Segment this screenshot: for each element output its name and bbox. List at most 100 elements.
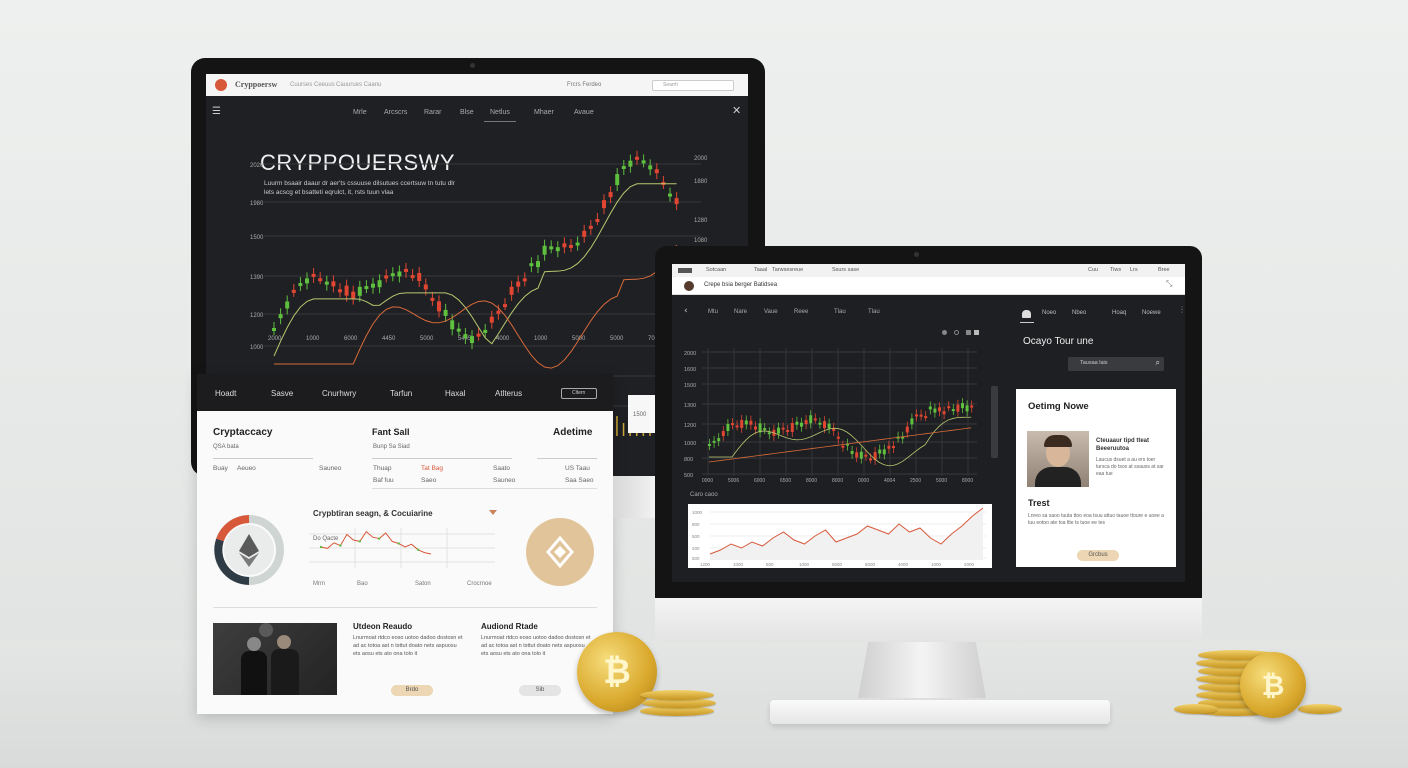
bottom-right-text: Lnurmoat rtdco eoso uotoo dadoo dostosn … xyxy=(481,635,591,657)
chart-link-3[interactable]: Reee xyxy=(794,309,808,315)
coin-flat xyxy=(1174,704,1218,714)
back-icon[interactable]: ‹ xyxy=(684,306,688,316)
secondary-button[interactable]: Sib xyxy=(519,685,561,696)
status-link-0[interactable]: Sotcaan xyxy=(706,267,726,273)
sidebar-nav-0[interactable]: Noeo xyxy=(1042,310,1056,316)
chart-link-5[interactable]: Tlau xyxy=(868,309,880,315)
y-tick-label: 1600 xyxy=(684,367,696,373)
tablet-nav-item-3[interactable]: Tarfun xyxy=(390,389,412,398)
status-link-1[interactable]: Taaal xyxy=(754,267,767,273)
brand-logo-icon xyxy=(215,79,227,91)
right-monitor-neck xyxy=(858,642,986,698)
candle xyxy=(712,440,716,443)
chevron-down-icon[interactable] xyxy=(489,510,497,515)
nav-item-1[interactable]: Arcscrs xyxy=(384,109,407,116)
candle xyxy=(654,169,659,174)
tablet-nav-item-5[interactable]: Atlterus xyxy=(495,389,522,398)
read-more-button[interactable]: Brdo xyxy=(391,685,433,696)
chart-link-2[interactable]: Vaue xyxy=(764,309,778,315)
volume-bar xyxy=(616,416,618,436)
candle xyxy=(864,454,868,457)
table-cell: Saeo xyxy=(421,477,437,484)
card-action-button[interactable]: Grcbus xyxy=(1077,550,1119,561)
candle xyxy=(717,438,721,442)
candle xyxy=(708,444,711,446)
tablet-nav-item-4[interactable]: Haxal xyxy=(445,389,465,398)
sidebar-nav-1[interactable]: Nbeo xyxy=(1072,310,1086,316)
table-cell: Saa Saeo xyxy=(565,477,594,484)
chart-link-0[interactable]: Mtu xyxy=(708,309,718,315)
table-cell: Thuap xyxy=(373,465,392,472)
sidebar-nav-3[interactable]: Noewe xyxy=(1142,310,1161,316)
nav-item-5[interactable]: Mhaer xyxy=(534,109,554,116)
candle xyxy=(324,281,329,285)
topbar-link-2[interactable]: Cauurues Caanu xyxy=(336,82,381,88)
topbar-link-1[interactable]: Cuurses Ceeuus xyxy=(290,82,335,88)
topbar-right-link[interactable]: Frcrs Ferdeo xyxy=(567,82,601,88)
candle xyxy=(933,408,937,413)
chart-scrollbar[interactable] xyxy=(991,386,998,458)
right-monitor-screen: Sotcaan Taaal Tarwsesreue Ssurs sase Cuu Tiws… xyxy=(672,264,1185,582)
candle xyxy=(965,405,969,412)
chart-link-1[interactable]: Nare xyxy=(734,309,747,315)
search-input[interactable]: Searrh xyxy=(652,80,734,91)
status-right-3[interactable]: Bree xyxy=(1158,267,1170,273)
status-right-0[interactable]: Cuu xyxy=(1088,267,1098,273)
candle xyxy=(763,428,767,431)
candle xyxy=(818,422,822,425)
x-tick-label: 2000 xyxy=(964,562,975,567)
chart-tool-icons[interactable] xyxy=(942,330,992,336)
sidebar-active-underline xyxy=(1020,322,1034,323)
candle xyxy=(437,301,441,312)
close-icon[interactable]: ✕ xyxy=(732,104,741,117)
nav-item-6[interactable]: Avaue xyxy=(574,109,594,116)
candle xyxy=(767,432,771,435)
tablet-nav-item-1[interactable]: Sasve xyxy=(271,389,293,398)
candle xyxy=(509,286,514,295)
section-sub-2: Bunp Sa Siad xyxy=(373,444,410,450)
status-link-3[interactable]: Ssurs sase xyxy=(832,267,859,273)
candle xyxy=(588,225,593,229)
author-text: Laucus dsuet a au ers toer tursca do tso… xyxy=(1096,457,1164,477)
candle xyxy=(942,411,946,415)
candle xyxy=(823,421,826,429)
chart-link-4[interactable]: Tlau xyxy=(834,309,846,315)
nav-button[interactable]: Cltern xyxy=(561,388,597,399)
tablet-nav-item-2[interactable]: Cnurhwry xyxy=(322,389,356,398)
status-link-2[interactable]: Tarwsesreue xyxy=(772,267,803,273)
menu-icon[interactable]: ☰ xyxy=(212,106,221,117)
y-tick-label-right: 2000 xyxy=(694,156,708,162)
sidebar-search-field[interactable]: Tausaa lais ⌕ xyxy=(1068,357,1164,371)
nav-item-0[interactable]: Mrle xyxy=(353,109,367,116)
candle xyxy=(859,451,863,459)
status-right-2[interactable]: Lrs xyxy=(1130,267,1138,273)
candle xyxy=(777,427,780,434)
candle xyxy=(841,445,845,448)
y-tick-label-right: 1080 xyxy=(694,238,708,244)
pin-icon[interactable]: ⤡ xyxy=(1166,279,1172,289)
donut-gauge-left xyxy=(214,515,284,585)
nav-item-4[interactable]: Netlus xyxy=(490,109,510,116)
sidebar-nav-2[interactable]: Hoaq xyxy=(1112,310,1126,316)
brand-name[interactable]: Cryppoersw xyxy=(235,80,277,89)
sidebar-search-placeholder: Tausaa lais xyxy=(1080,360,1108,366)
candle xyxy=(443,309,448,316)
mid-x-tick: Mrm xyxy=(313,581,325,587)
candle xyxy=(970,405,974,408)
candle xyxy=(635,156,639,160)
candle xyxy=(298,283,303,287)
candle xyxy=(496,310,501,314)
tablet-nav-item-0[interactable]: Hoadt xyxy=(215,389,236,398)
nav-item-2[interactable]: Rarar xyxy=(424,109,442,116)
sidebar-dots-icon[interactable]: ⋮ xyxy=(1178,306,1185,314)
status-right-1[interactable]: Tiws xyxy=(1110,267,1121,273)
candle xyxy=(529,263,534,267)
table-cell: Buay xyxy=(213,465,228,472)
browser-topbar: Cryppoersw Cuurses Ceeuus Cauurues Caanu… xyxy=(206,74,748,96)
nav-item-3[interactable]: Blse xyxy=(460,109,474,116)
table-rule-bottom xyxy=(372,488,597,489)
sidebar-bell-icon[interactable] xyxy=(1022,310,1031,318)
candle xyxy=(357,286,362,296)
candle xyxy=(804,420,808,425)
line-point xyxy=(319,545,323,549)
